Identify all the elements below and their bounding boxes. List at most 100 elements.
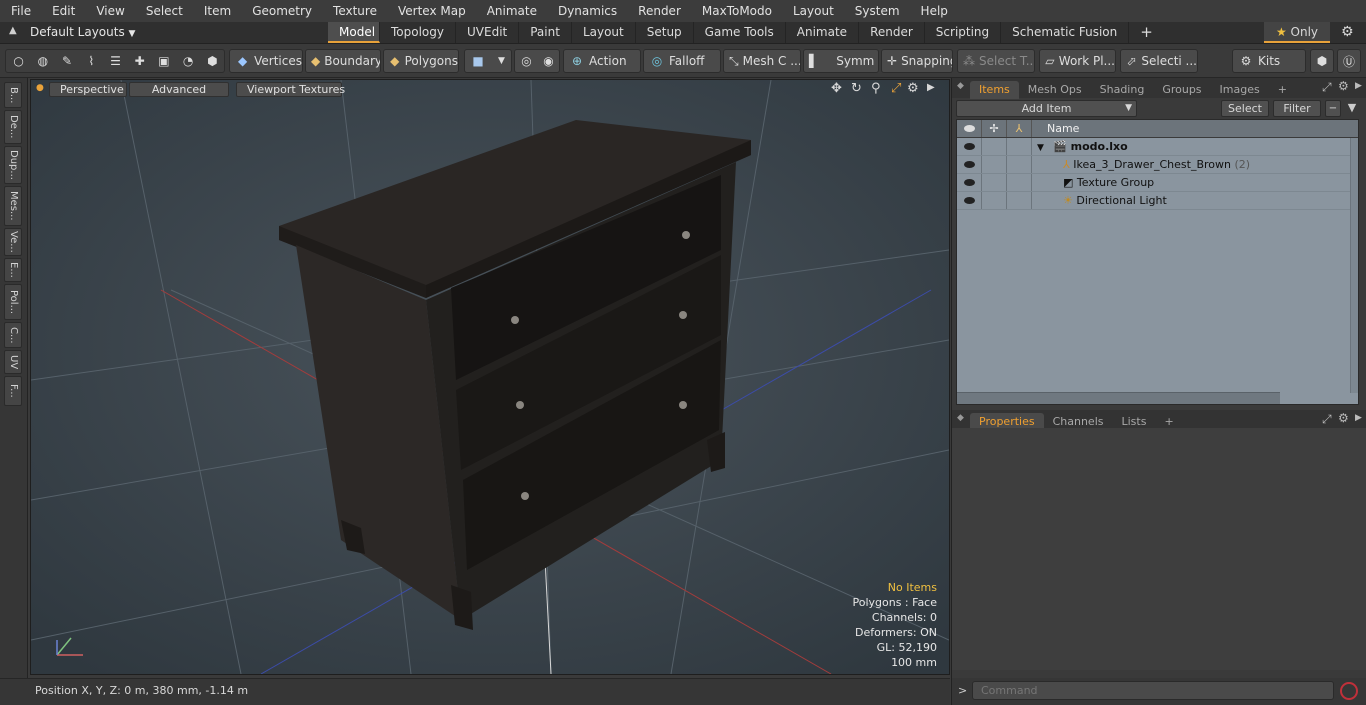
add-item-dropdown[interactable]: Add Item ▼ bbox=[956, 100, 1137, 117]
vtab-polygon[interactable]: Pol... bbox=[4, 284, 22, 320]
menu-layout[interactable]: Layout bbox=[782, 0, 844, 22]
pan-icon[interactable]: ✥ bbox=[831, 81, 842, 96]
fit-view-icon[interactable]: ⤢ bbox=[891, 81, 901, 96]
lock-column-icon[interactable]: ✢ bbox=[982, 120, 1007, 137]
tree-row-directional-light[interactable]: ☀ Directional Light bbox=[957, 192, 1358, 210]
settings-gear-icon[interactable]: ⚙ bbox=[1341, 24, 1354, 40]
tab-images[interactable]: Images bbox=[1211, 81, 1269, 99]
transform-icon[interactable]: ✚ bbox=[132, 53, 147, 69]
vtab-edge[interactable]: E... bbox=[4, 258, 22, 282]
vtab-uv[interactable]: UV bbox=[4, 350, 22, 374]
rotate-icon[interactable]: ↻ bbox=[851, 81, 862, 96]
only-toggle[interactable]: ★ Only bbox=[1264, 22, 1330, 43]
vtab-fusion[interactable]: F... bbox=[4, 376, 22, 406]
item-mode-dropdown[interactable]: ■ ▼ bbox=[464, 49, 512, 73]
falloff-button[interactable]: ◎ Falloff bbox=[643, 49, 721, 73]
select-through-button[interactable]: ⁂ Select T... bbox=[957, 49, 1035, 73]
vertical-scrollbar[interactable] bbox=[1350, 138, 1358, 393]
type-column-icon[interactable]: ⅄ bbox=[1007, 120, 1032, 137]
mesh-constraint-button[interactable]: ⤡ Mesh C ... bbox=[723, 49, 801, 73]
globe-icon[interactable]: ◍ bbox=[35, 53, 50, 69]
polygons-button[interactable]: ◆ Polygons bbox=[383, 49, 459, 73]
tab-scripting[interactable]: Scripting bbox=[925, 22, 1002, 43]
expand-panel-icon[interactable]: ⤢ bbox=[1322, 412, 1332, 427]
menu-texture[interactable]: Texture bbox=[322, 0, 387, 22]
vtab-deform[interactable]: De... bbox=[4, 110, 22, 144]
add-panel-tab-icon[interactable]: + bbox=[1269, 81, 1296, 99]
brush-icon[interactable]: ⌇ bbox=[84, 53, 99, 69]
menu-geometry[interactable]: Geometry bbox=[241, 0, 322, 22]
vtab-duplicate[interactable]: Dup... bbox=[4, 146, 22, 184]
menu-maxtomodo[interactable]: MaxToModo bbox=[691, 0, 782, 22]
tab-game-tools[interactable]: Game Tools bbox=[694, 22, 786, 43]
menu-file[interactable]: File bbox=[0, 0, 41, 22]
menu-edit[interactable]: Edit bbox=[41, 0, 85, 22]
layout-selector[interactable]: Default Layouts ▼ bbox=[30, 22, 135, 44]
menu-item[interactable]: Item bbox=[193, 0, 241, 22]
eye-icon[interactable] bbox=[957, 174, 982, 191]
panel-settings-icon[interactable]: ⚙ bbox=[1338, 79, 1349, 93]
reference-a-icon[interactable]: ◎ bbox=[520, 53, 533, 69]
advanced-button[interactable]: Advanced bbox=[129, 82, 229, 97]
filter-button[interactable]: Filter bbox=[1273, 100, 1321, 117]
eye-icon[interactable] bbox=[957, 156, 982, 173]
tab-items[interactable]: Items bbox=[970, 81, 1019, 99]
add-tab-icon[interactable]: + bbox=[1129, 22, 1164, 43]
horizontal-scrollbar[interactable] bbox=[957, 392, 1280, 404]
tab-mesh-ops[interactable]: Mesh Ops bbox=[1019, 81, 1091, 99]
collapse-arrow-icon[interactable]: ▲ bbox=[9, 25, 17, 36]
menu-view[interactable]: View bbox=[85, 0, 134, 22]
panel-settings-icon[interactable]: ⚙ bbox=[1338, 411, 1349, 425]
tree-row-mesh[interactable]: ⅄ Ikea_3_Drawer_Chest_Brown (2) bbox=[957, 156, 1358, 174]
tab-layout[interactable]: Layout bbox=[572, 22, 636, 43]
reference-b-icon[interactable]: ◉ bbox=[542, 53, 555, 69]
name-column-header[interactable]: Name bbox=[1033, 120, 1358, 137]
menu-help[interactable]: Help bbox=[910, 0, 958, 22]
menu-dynamics[interactable]: Dynamics bbox=[547, 0, 627, 22]
eye-icon[interactable] bbox=[957, 192, 982, 209]
work-plane-button[interactable]: ▱ Work Pl... bbox=[1039, 49, 1116, 73]
select-button[interactable]: Select bbox=[1221, 100, 1269, 117]
tab-paint[interactable]: Paint bbox=[519, 22, 572, 43]
menu-render[interactable]: Render bbox=[627, 0, 691, 22]
symmetry-button[interactable]: ▌ Symm ... bbox=[803, 49, 879, 73]
modo-logo-button[interactable]: ⬢ bbox=[1310, 49, 1334, 73]
menu-select[interactable]: Select bbox=[135, 0, 193, 22]
snapping-button[interactable]: ✛ Snapping bbox=[881, 49, 953, 73]
vtab-mesh-edit[interactable]: Mes... bbox=[4, 186, 22, 226]
expand-arrow-icon[interactable]: ▼ bbox=[1037, 143, 1044, 153]
funnel-filter-icon[interactable]: ▼ bbox=[1344, 100, 1360, 117]
circle-select-icon[interactable]: ○ bbox=[11, 53, 26, 69]
command-input[interactable] bbox=[972, 681, 1334, 700]
action-center-button[interactable]: ⊕ Action bbox=[563, 49, 641, 73]
selection-sets-button[interactable]: ⬀ Selecti ... bbox=[1120, 49, 1198, 73]
tab-groups[interactable]: Groups bbox=[1153, 81, 1210, 99]
3d-viewport[interactable]: ● Perspective Advanced Viewport Textures… bbox=[30, 79, 950, 675]
tab-setup[interactable]: Setup bbox=[636, 22, 694, 43]
panel-more-icon[interactable]: ▶ bbox=[1355, 81, 1362, 91]
align-icon[interactable]: ☰ bbox=[108, 53, 123, 69]
expand-panel-icon[interactable]: ⤢ bbox=[1322, 80, 1332, 95]
viewport-more-icon[interactable]: ▶ bbox=[927, 82, 935, 93]
viewport-textures-button[interactable]: Viewport Textures bbox=[236, 82, 345, 97]
vertices-button[interactable]: ◆ Vertices bbox=[229, 49, 303, 73]
vtab-basic[interactable]: B... bbox=[4, 82, 22, 108]
square-icon[interactable]: ▣ bbox=[156, 53, 171, 69]
pen-icon[interactable]: ✎ bbox=[59, 53, 74, 69]
tab-render[interactable]: Render bbox=[859, 22, 925, 43]
panel-menu-dot-icon[interactable]: ◆ bbox=[957, 413, 964, 423]
eye-icon[interactable] bbox=[957, 138, 982, 155]
panel-menu-dot-icon[interactable]: ◆ bbox=[957, 81, 964, 91]
boundary-button[interactable]: ◆ Boundary bbox=[305, 49, 381, 73]
tab-shading[interactable]: Shading bbox=[1091, 81, 1154, 99]
vtab-vertex[interactable]: Ve... bbox=[4, 228, 22, 256]
panel-more-icon[interactable]: ▶ bbox=[1355, 413, 1362, 423]
unreal-button[interactable]: Ⓤ bbox=[1337, 49, 1361, 73]
perspective-button[interactable]: Perspective bbox=[49, 82, 127, 97]
menu-animate[interactable]: Animate bbox=[476, 0, 547, 22]
visibility-column-icon[interactable] bbox=[957, 120, 982, 137]
tree-row-scene[interactable]: ▼ 🎬 modo.lxo bbox=[957, 138, 1358, 156]
tree-row-texture-group[interactable]: ◩ Texture Group bbox=[957, 174, 1358, 192]
vtab-curve[interactable]: C... bbox=[4, 322, 22, 348]
tab-topology[interactable]: Topology bbox=[380, 22, 456, 43]
